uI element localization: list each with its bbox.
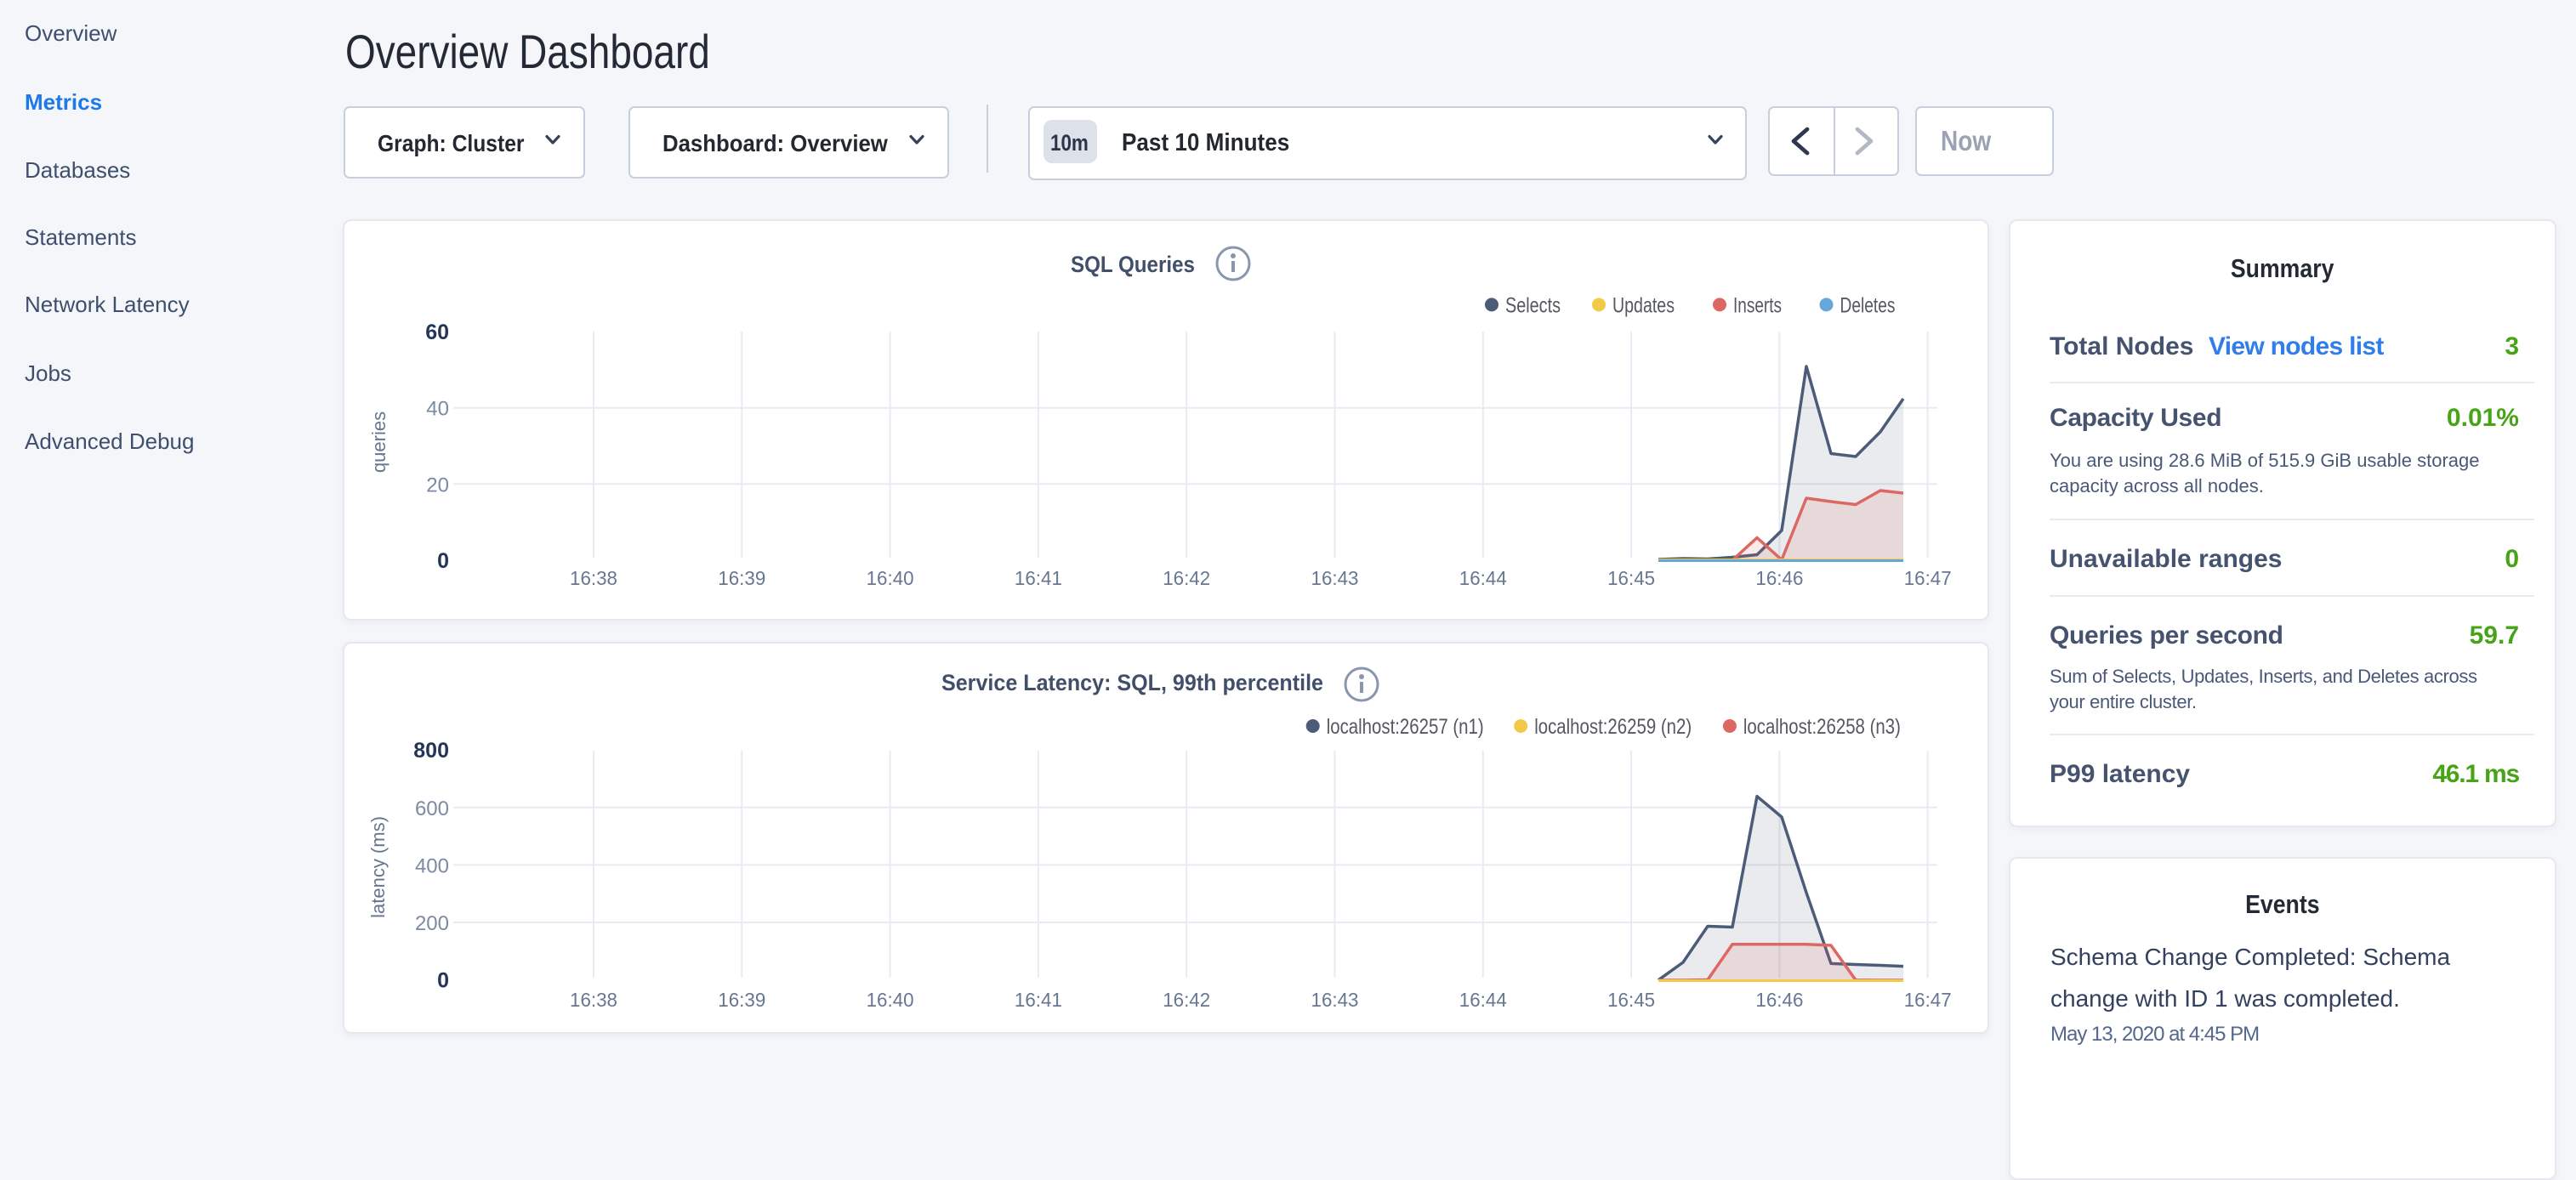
svg-text:60: 60 [425,321,449,344]
svg-text:16:38: 16:38 [570,989,617,1011]
svg-text:Updates: Updates [1612,293,1675,317]
svg-text:0: 0 [437,969,449,993]
svg-text:16:42: 16:42 [1163,567,1210,589]
svg-text:40: 40 [426,398,449,421]
svg-text:16:46: 16:46 [1755,567,1803,589]
svg-text:latency (ms): latency (ms) [367,816,389,918]
svg-text:600: 600 [415,797,449,820]
svg-text:16:40: 16:40 [867,567,914,589]
svg-text:Selects: Selects [1505,293,1561,317]
svg-text:20: 20 [426,474,449,496]
svg-text:16:42: 16:42 [1163,989,1210,1011]
svg-text:16:40: 16:40 [867,989,914,1011]
svg-text:16:41: 16:41 [1015,989,1062,1011]
svg-text:16:46: 16:46 [1755,989,1803,1011]
svg-text:16:38: 16:38 [570,567,617,589]
svg-text:localhost:26257 (n1): localhost:26257 (n1) [1327,715,1484,739]
svg-text:SQL Queries: SQL Queries [1071,252,1195,277]
svg-text:queries: queries [368,411,390,473]
svg-text:16:44: 16:44 [1459,989,1507,1011]
svg-text:localhost:26259 (n2): localhost:26259 (n2) [1534,715,1692,739]
svg-text:Service Latency: SQL, 99th per: Service Latency: SQL, 99th percentile [941,670,1323,695]
svg-text:16:45: 16:45 [1607,989,1655,1011]
svg-text:16:43: 16:43 [1311,567,1359,589]
svg-text:16:44: 16:44 [1459,567,1507,589]
svg-text:16:47: 16:47 [1904,567,1952,589]
svg-text:16:41: 16:41 [1015,567,1062,589]
svg-text:16:39: 16:39 [718,989,765,1011]
svg-text:0: 0 [437,549,449,573]
svg-text:16:43: 16:43 [1311,989,1359,1011]
svg-text:16:47: 16:47 [1904,989,1952,1011]
svg-text:Inserts: Inserts [1733,293,1782,317]
svg-text:16:45: 16:45 [1607,567,1655,589]
svg-text:800: 800 [413,739,449,763]
svg-text:400: 400 [415,854,449,877]
svg-text:200: 200 [415,912,449,935]
svg-text:16:39: 16:39 [718,567,765,589]
svg-text:localhost:26258 (n3): localhost:26258 (n3) [1743,715,1901,739]
svg-text:Deletes: Deletes [1840,293,1896,317]
